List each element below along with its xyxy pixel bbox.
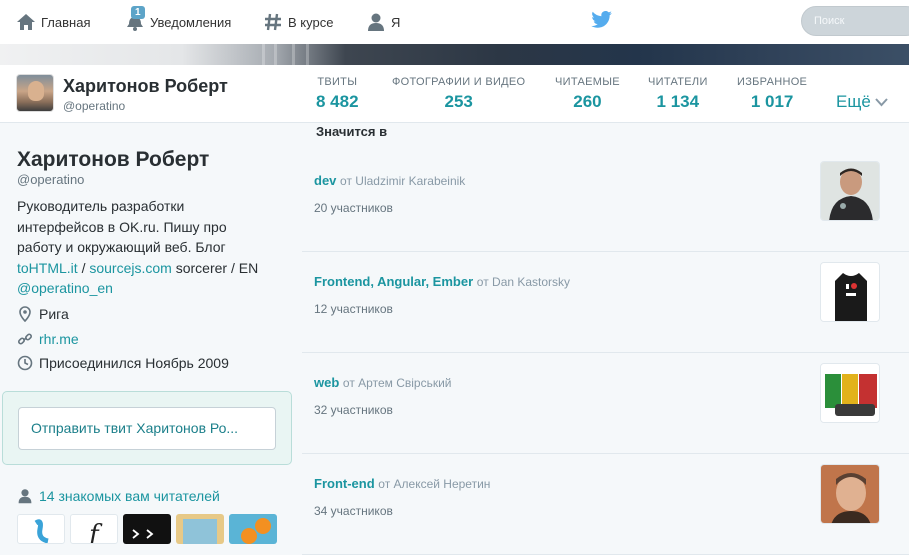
bio-text: Руководитель разработки [17,198,185,214]
followers-you-know-text: 14 знакомых вам читателей [39,488,220,504]
stat-label: ТВИТЫ [317,76,358,88]
lists-heading: Значится в [316,124,388,139]
joined-text: Присоединился Ноябрь 2009 [39,355,229,371]
top-navigation: Главная Уведомления 1 В курсе Я Поиск [0,0,909,44]
list-members: 12 участников [314,302,393,316]
bio-link-operatino-en[interactable]: @operatino_en [17,280,113,296]
followers-you-know-link[interactable]: 14 знакомых вам читателей [17,488,220,504]
profile-header-image [0,44,909,65]
list-name[interactable]: Front-end [314,476,375,491]
avatar[interactable] [16,74,54,112]
list-item[interactable]: Front-end от Алексей Неретин 34 участник… [302,454,909,555]
calendar-icon [17,354,33,372]
list-name[interactable]: Frontend, Angular, Ember [314,274,473,289]
stat-value: 1 017 [750,92,794,111]
nav-home-label: Главная [41,14,91,30]
bio-text: sorcerer / EN [171,259,259,276]
home-icon [16,12,36,32]
list-owner: от Алексей Неретин [378,477,491,491]
stat-value: 260 [573,92,602,111]
list-owner: от Uladzimir Karabeinik [340,174,466,188]
bio-text: интерфейсов в OK.ru. Пишу про [17,218,227,235]
more-label: Ещё [836,92,871,111]
profile-name[interactable]: Харитонов Роберт [63,76,228,97]
list-owner-avatar[interactable] [820,161,880,221]
location-text: Рига [39,306,69,322]
stat-value: 253 [444,92,473,111]
list-item[interactable]: dev от Uladzimir Karabeinik 20 участнико… [302,151,909,252]
list-header: web от Артем Свірський [314,375,451,390]
profile-website: rhr.me [17,330,79,348]
list-members: 34 участников [314,504,393,518]
follower-thumbnail[interactable] [229,514,277,544]
list-item[interactable]: Frontend, Angular, Ember от Dan Kastorsk… [302,252,909,353]
nav-me[interactable]: Я [366,0,400,44]
stat-photos-videos[interactable]: ФОТОГРАФИИ И ВИДЕО 253 [392,76,525,112]
user-icon [366,12,386,32]
nav-home[interactable]: Главная [16,0,90,44]
chevron-down-icon [875,97,888,107]
follower-thumbnail[interactable] [123,514,171,544]
map-pin-icon [17,305,33,323]
list-owner: от Артем Свірський [342,376,452,390]
search-input[interactable]: Поиск [801,6,909,36]
stat-following[interactable]: ЧИТАЕМЫЕ 260 [555,76,620,112]
list-name[interactable]: dev [314,173,336,188]
profile-nav: Харитонов Роберт @operatino ТВИТЫ 8 482 … [0,65,909,123]
bio-link-tohtml[interactable]: toHTML.it [17,260,78,276]
stat-value: 8 482 [316,92,359,111]
list-header: Frontend, Angular, Ember от Dan Kastorsk… [314,274,570,289]
stat-label: ЧИТАЕМЫЕ [555,76,620,88]
follower-thumbnail[interactable] [17,514,65,544]
bio-text: работу и окружающий веб. Блог [17,239,226,255]
stat-tweets[interactable]: ТВИТЫ 8 482 [316,76,359,112]
profile-location: Рига [17,305,69,323]
list-header: Front-end от Алексей Неретин [314,476,490,491]
website-link[interactable]: rhr.me [39,331,79,347]
nav-discover[interactable]: В курсе [263,0,333,44]
follower-thumbnail[interactable]: f [70,514,118,544]
stat-label: ФОТОГРАФИИ И ВИДЕО [392,76,526,88]
list-members: 20 участников [314,201,393,215]
list-owner: от Dan Kastorsky [476,275,571,289]
profile-handle: @operatino [63,99,126,113]
stat-followers[interactable]: ЧИТАТЕЛИ 1 134 [648,76,708,112]
hash-icon [263,12,283,32]
profile-card-name[interactable]: Харитонов Роберт [17,148,209,172]
list-owner-avatar[interactable] [820,363,880,423]
list-owner-avatar[interactable] [820,262,880,322]
more-button[interactable]: Ещё [836,92,888,112]
tweet-to-button[interactable]: Отправить твит Харитонов Ро... [18,407,276,450]
profile-bio: Руководитель разработки интерфейсов в OK… [17,196,282,299]
stat-favorites[interactable]: ИЗБРАННОЕ 1 017 [737,76,807,112]
nav-me-label: Я [391,14,401,30]
follower-thumbnail[interactable] [176,514,224,544]
twitter-bird-icon[interactable] [591,11,613,31]
stat-label: ЧИТАТЕЛИ [648,76,708,88]
bio-separator: / [77,259,90,276]
list-name[interactable]: web [314,375,339,390]
nav-discover-label: В курсе [288,14,334,30]
profile-joined: Присоединился Ноябрь 2009 [17,354,229,372]
list-header: dev от Uladzimir Karabeinik [314,173,465,188]
profile-card-handle: @operatino [17,172,85,187]
list-owner-avatar[interactable] [820,464,880,524]
stat-value: 1 134 [656,92,700,111]
list-item[interactable]: web от Артем Свірський 32 участников [302,353,909,454]
nav-notifications-label: Уведомления [150,14,232,30]
tweet-to-box: Отправить твит Харитонов Ро... [2,391,292,465]
stat-label: ИЗБРАННОЕ [737,76,808,88]
user-icon [17,488,33,504]
notification-badge: 1 [131,6,145,19]
list-members: 32 участников [314,403,393,417]
bio-link-sourcejs[interactable]: sourcejs.com [89,260,171,276]
link-icon [17,330,33,348]
svg-text:f: f [87,520,103,544]
